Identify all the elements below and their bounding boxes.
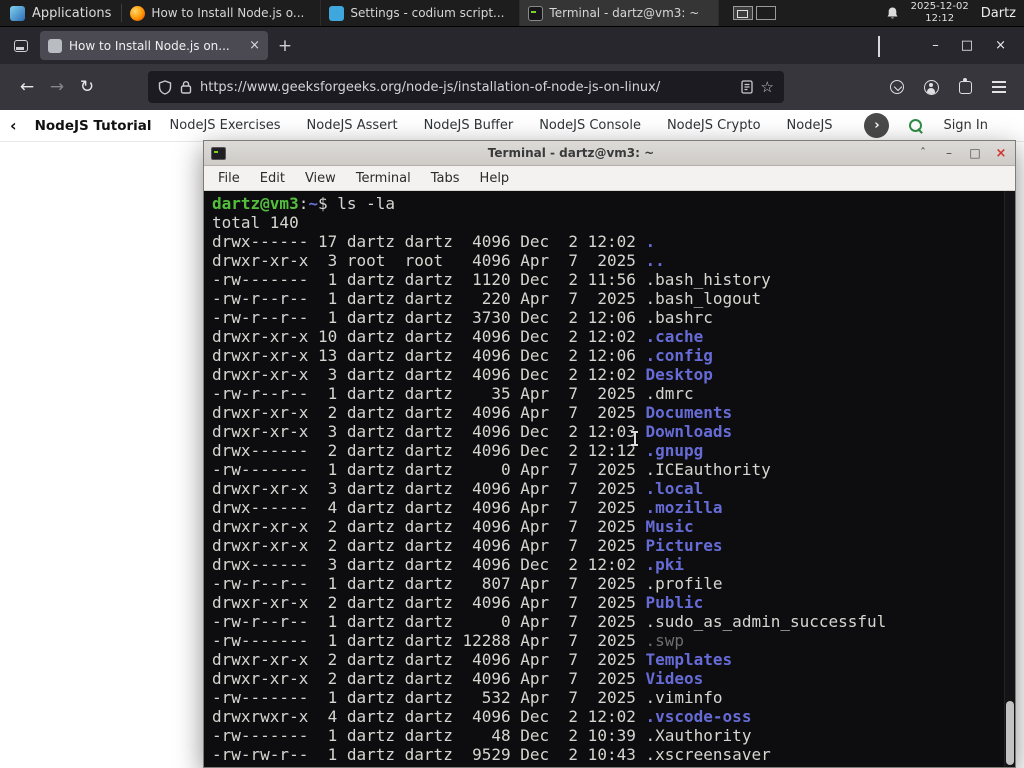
hamburger-icon — [992, 86, 1006, 88]
reader-mode-icon[interactable] — [740, 80, 753, 94]
toolbar-right-icons — [890, 77, 1012, 95]
applications-menu-button[interactable]: Applications — [0, 0, 121, 26]
taskbar-window-button[interactable]: Terminal - dartz@vm3: ~ — [520, 0, 720, 26]
user-menu[interactable]: Dartz — [981, 6, 1018, 21]
site-nav-item[interactable]: NodeJS DNS — [787, 118, 837, 133]
browser-tab-active[interactable]: How to Install Node.js on... × — [40, 31, 268, 60]
desktop: Applications How to Install Node.js o...… — [0, 0, 1024, 768]
menu-help[interactable]: Help — [471, 168, 519, 189]
tab-bar: How to Install Node.js on... × + – □ × — [0, 27, 1024, 64]
subnav-back-chevron-icon[interactable]: ‹ — [10, 116, 17, 135]
navigation-toolbar: ← → ↻ https://www.geeksforgeeks.org/node… — [0, 64, 1024, 110]
terminal-maximize-button[interactable]: □ — [968, 146, 982, 160]
subnav-next-button[interactable]: › — [864, 113, 890, 138]
clock-time: 12:12 — [925, 13, 955, 24]
site-subnav: ‹ NodeJS Tutorial NodeJS Exercises NodeJS… — [0, 110, 1024, 142]
terminal-scrollbar[interactable] — [1004, 191, 1015, 767]
url-input[interactable]: https://www.geeksforgeeks.org/node-js/in… — [200, 80, 733, 95]
applications-label: Applications — [32, 5, 112, 21]
menu-terminal[interactable]: Terminal — [347, 168, 420, 189]
taskbar-window-button[interactable]: Settings - codium script... — [321, 0, 521, 26]
taskbar: Applications How to Install Node.js o...… — [0, 0, 1024, 27]
taskbar-tray: 2025-12-02 12:12 Dartz — [886, 1, 1024, 25]
terminal-icon — [528, 5, 544, 21]
terminal-output[interactable]: dartz@vm3:~$ ls -la total 140 drwx------… — [204, 191, 1015, 764]
terminal-window-controls: ˆ – □ × — [916, 146, 1008, 161]
terminal-window: Terminal - dartz@vm3: ~ ˆ – □ × File Edit… — [203, 140, 1016, 768]
subnav-title[interactable]: NodeJS Tutorial — [35, 118, 152, 134]
taskbar-clock[interactable]: 2025-12-02 12:12 — [911, 1, 969, 25]
terminal-minimize-button[interactable]: – — [942, 146, 956, 160]
back-button[interactable]: ← — [12, 77, 42, 97]
minimize-button[interactable]: – — [932, 38, 939, 53]
new-tab-button[interactable]: + — [272, 33, 298, 59]
url-bar[interactable]: https://www.geeksforgeeks.org/node-js/in… — [148, 71, 784, 103]
extensions-icon[interactable] — [959, 77, 972, 94]
sign-in-link[interactable]: Sign In — [943, 118, 1014, 133]
site-nav-item[interactable]: NodeJS Buffer — [424, 118, 514, 133]
workspace-pager[interactable] — [733, 6, 777, 20]
tab-title: How to Install Node.js on... — [69, 38, 230, 53]
site-nav-item[interactable]: NodeJS Assert — [307, 118, 398, 133]
tab-favicon — [48, 38, 62, 53]
taskbar-window-button[interactable]: How to Install Node.js o... — [122, 0, 322, 26]
terminal-menubar: File Edit View Terminal Tabs Help — [204, 166, 1015, 191]
taskbar-window-title: Settings - codium script... — [350, 6, 505, 20]
menu-view[interactable]: View — [296, 168, 345, 189]
firefox-view-button[interactable] — [8, 33, 34, 59]
tab-close-icon[interactable]: × — [249, 38, 260, 53]
shade-button[interactable]: ˆ — [916, 146, 930, 160]
bookmark-star-icon[interactable]: ☆ — [761, 78, 774, 96]
search-icon[interactable] — [909, 118, 923, 133]
browser-window-controls: – □ × — [922, 38, 1016, 53]
taskbar-windows: How to Install Node.js o... Settings - co… — [122, 0, 720, 26]
workspace-2[interactable] — [756, 6, 777, 20]
firefox-icon — [130, 5, 146, 21]
pocket-icon[interactable] — [890, 80, 904, 94]
account-icon[interactable] — [924, 79, 939, 95]
terminal-close-button[interactable]: × — [994, 146, 1008, 161]
list-all-tabs-button[interactable] — [878, 36, 881, 57]
mouse-ibeam-cursor — [630, 431, 639, 446]
terminal-body[interactable]: dartz@vm3:~$ ls -la total 140 drwx------… — [204, 191, 1015, 767]
terminal-icon — [211, 146, 226, 160]
notification-bell-icon[interactable] — [886, 6, 899, 20]
forward-button[interactable]: → — [42, 77, 72, 97]
codium-icon — [329, 5, 345, 21]
restore-button[interactable]: □ — [961, 38, 973, 53]
applications-icon — [10, 5, 25, 21]
close-button[interactable]: × — [995, 38, 1006, 53]
site-nav-item[interactable]: NodeJS Console — [539, 118, 641, 133]
menu-tabs[interactable]: Tabs — [422, 168, 469, 189]
workspace-1[interactable] — [733, 6, 754, 20]
menu-edit[interactable]: Edit — [251, 168, 294, 189]
subnav-right: › Sign In — [854, 113, 1014, 138]
terminal-title: Terminal - dartz@vm3: ~ — [487, 146, 655, 160]
menu-button[interactable] — [992, 80, 1006, 94]
terminal-titlebar[interactable]: Terminal - dartz@vm3: ~ ˆ – □ × — [204, 141, 1015, 166]
taskbar-window-title: How to Install Node.js o... — [151, 6, 305, 20]
chevron-down-icon — [878, 36, 881, 57]
scrollbar-thumb[interactable] — [1006, 701, 1014, 765]
clock-date: 2025-12-02 — [910, 1, 969, 12]
firefox-view-icon — [14, 39, 28, 52]
tracking-shield-icon[interactable] — [158, 79, 172, 95]
site-nav-item[interactable]: NodeJS Crypto — [667, 118, 761, 133]
lock-icon[interactable] — [180, 80, 192, 94]
taskbar-window-title: Terminal - dartz@vm3: ~ — [549, 6, 700, 20]
site-nav-items: NodeJS Exercises NodeJS Assert NodeJS Buff… — [170, 118, 837, 133]
reload-button[interactable]: ↻ — [72, 77, 102, 97]
site-nav-item[interactable]: NodeJS Exercises — [170, 118, 281, 133]
menu-file[interactable]: File — [209, 168, 249, 189]
